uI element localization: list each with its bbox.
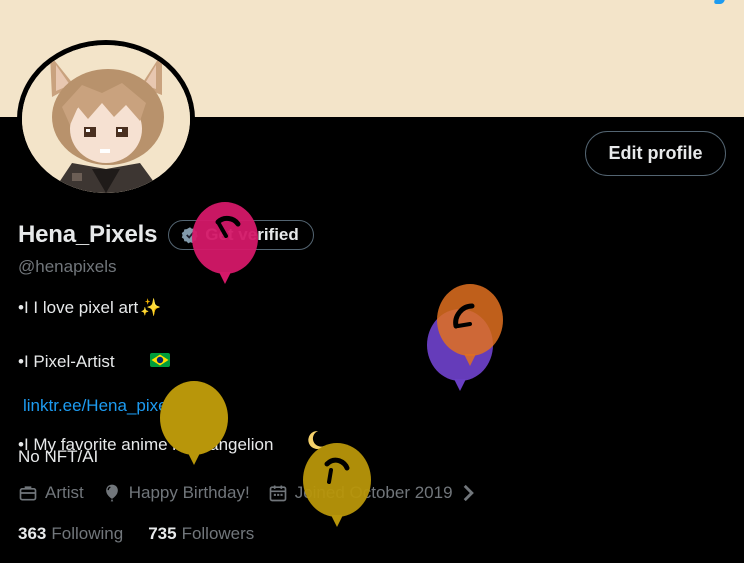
bio-line: •I I love pixel art ✨ [18,294,326,321]
edit-profile-button[interactable]: Edit profile [585,131,726,176]
followers-label: Followers [181,524,255,543]
birthday-balloon-gold [160,381,228,465]
name-row: Hena_Pixels Get verified [18,220,314,250]
banner-decoration [713,0,725,4]
profile-note: No NFT/AI [18,447,99,466]
followers-link[interactable]: 735 Followers [148,524,254,544]
avatar-image [22,45,190,193]
sparkles-icon: ✨ [140,298,162,317]
briefcase-icon [19,486,37,501]
birthday-balloon-orange [437,284,503,366]
display-name: Hena_Pixels [18,221,158,248]
profession-meta: Artist [18,483,84,503]
profile-meta: Artist Happy Birthday! Joined October 20… [18,483,504,503]
pixel-art-catgirl-image [22,45,190,193]
birthday-meta: Happy Birthday! [102,483,250,503]
follow-stats: 363 Following 735 Followers [18,524,279,544]
calendar-icon [269,485,287,502]
user-handle: @henapixels [18,257,117,276]
following-label: Following [51,524,124,543]
profession-label: Artist [45,483,84,502]
balloon-icon [105,484,118,502]
bio-line-text: •I I love pixel art [18,298,139,317]
following-count: 363 [18,524,47,543]
birthday-label: Happy Birthday! [128,483,250,502]
following-link[interactable]: 363 Following [18,524,123,544]
profile-link[interactable]: linktr.ee/Hena_pixel [23,396,171,416]
chevron-right-icon [463,484,474,502]
avatar[interactable] [17,40,195,198]
bio-line-text: •I Pixel-Artist [18,352,120,371]
brazil-flag-icon [149,353,170,367]
birthday-balloon-gold [303,443,371,527]
followers-count: 735 [148,524,177,543]
birthday-balloon-pink [192,202,258,284]
